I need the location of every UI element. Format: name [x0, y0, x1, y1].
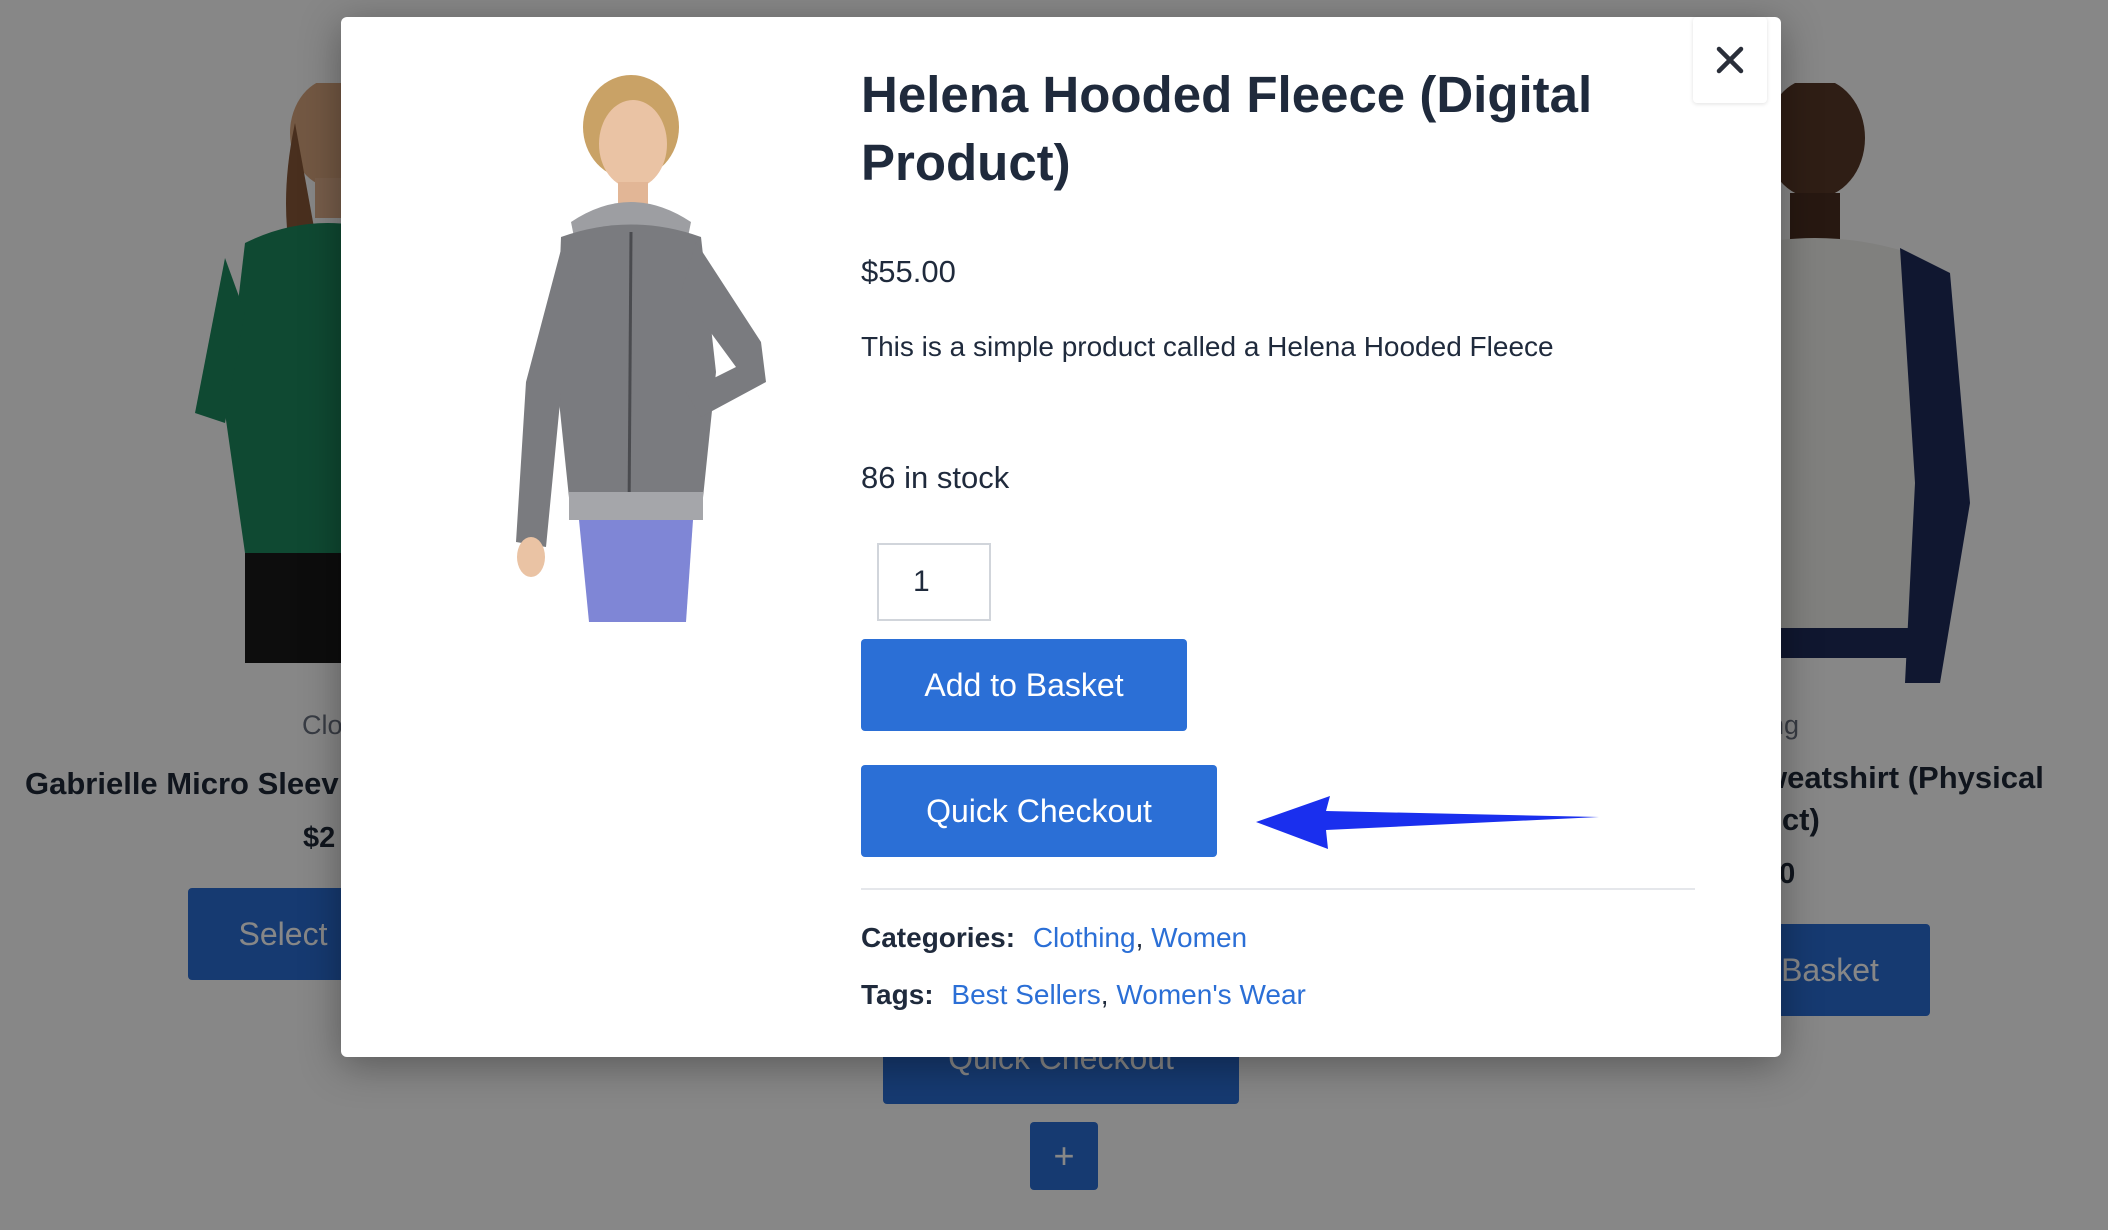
close-button[interactable] — [1693, 17, 1767, 103]
product-photo-icon — [516, 75, 766, 622]
quick-view-modal: Helena Hooded Fleece (Digital Product) $… — [341, 17, 1781, 1057]
tags-label: Tags: — [861, 979, 934, 1010]
categories-label: Categories: — [861, 922, 1016, 953]
categories-row: Categories: Clothing, Women — [861, 922, 1247, 954]
add-to-basket-label: Add to Basket — [924, 666, 1124, 703]
categories-separator: , — [1135, 922, 1152, 953]
tags-row: Tags: Best Sellers, Women's Wear — [861, 979, 1306, 1011]
category-link-clothing[interactable]: Clothing — [1033, 922, 1136, 953]
tag-link-best-sellers[interactable]: Best Sellers — [951, 979, 1100, 1010]
product-image[interactable] — [471, 72, 801, 622]
product-price: $55.00 — [861, 254, 956, 289]
add-to-basket-button[interactable]: Add to Basket — [861, 639, 1187, 731]
quantity-input[interactable] — [877, 543, 991, 621]
category-link-women[interactable]: Women — [1151, 922, 1247, 953]
tag-link-womens-wear[interactable]: Women's Wear — [1116, 979, 1305, 1010]
close-icon — [1716, 46, 1744, 74]
product-title: Helena Hooded Fleece (Digital Product) — [861, 66, 1593, 191]
quick-checkout-button[interactable]: Quick Checkout — [861, 765, 1217, 857]
divider — [861, 888, 1695, 890]
quick-checkout-label: Quick Checkout — [926, 792, 1152, 829]
product-description: This is a simple product called a Helena… — [861, 331, 1554, 362]
tags-separator: , — [1100, 979, 1117, 1010]
annotation-arrow-icon — [1256, 796, 1599, 849]
stock-status: 86 in stock — [861, 460, 1010, 495]
